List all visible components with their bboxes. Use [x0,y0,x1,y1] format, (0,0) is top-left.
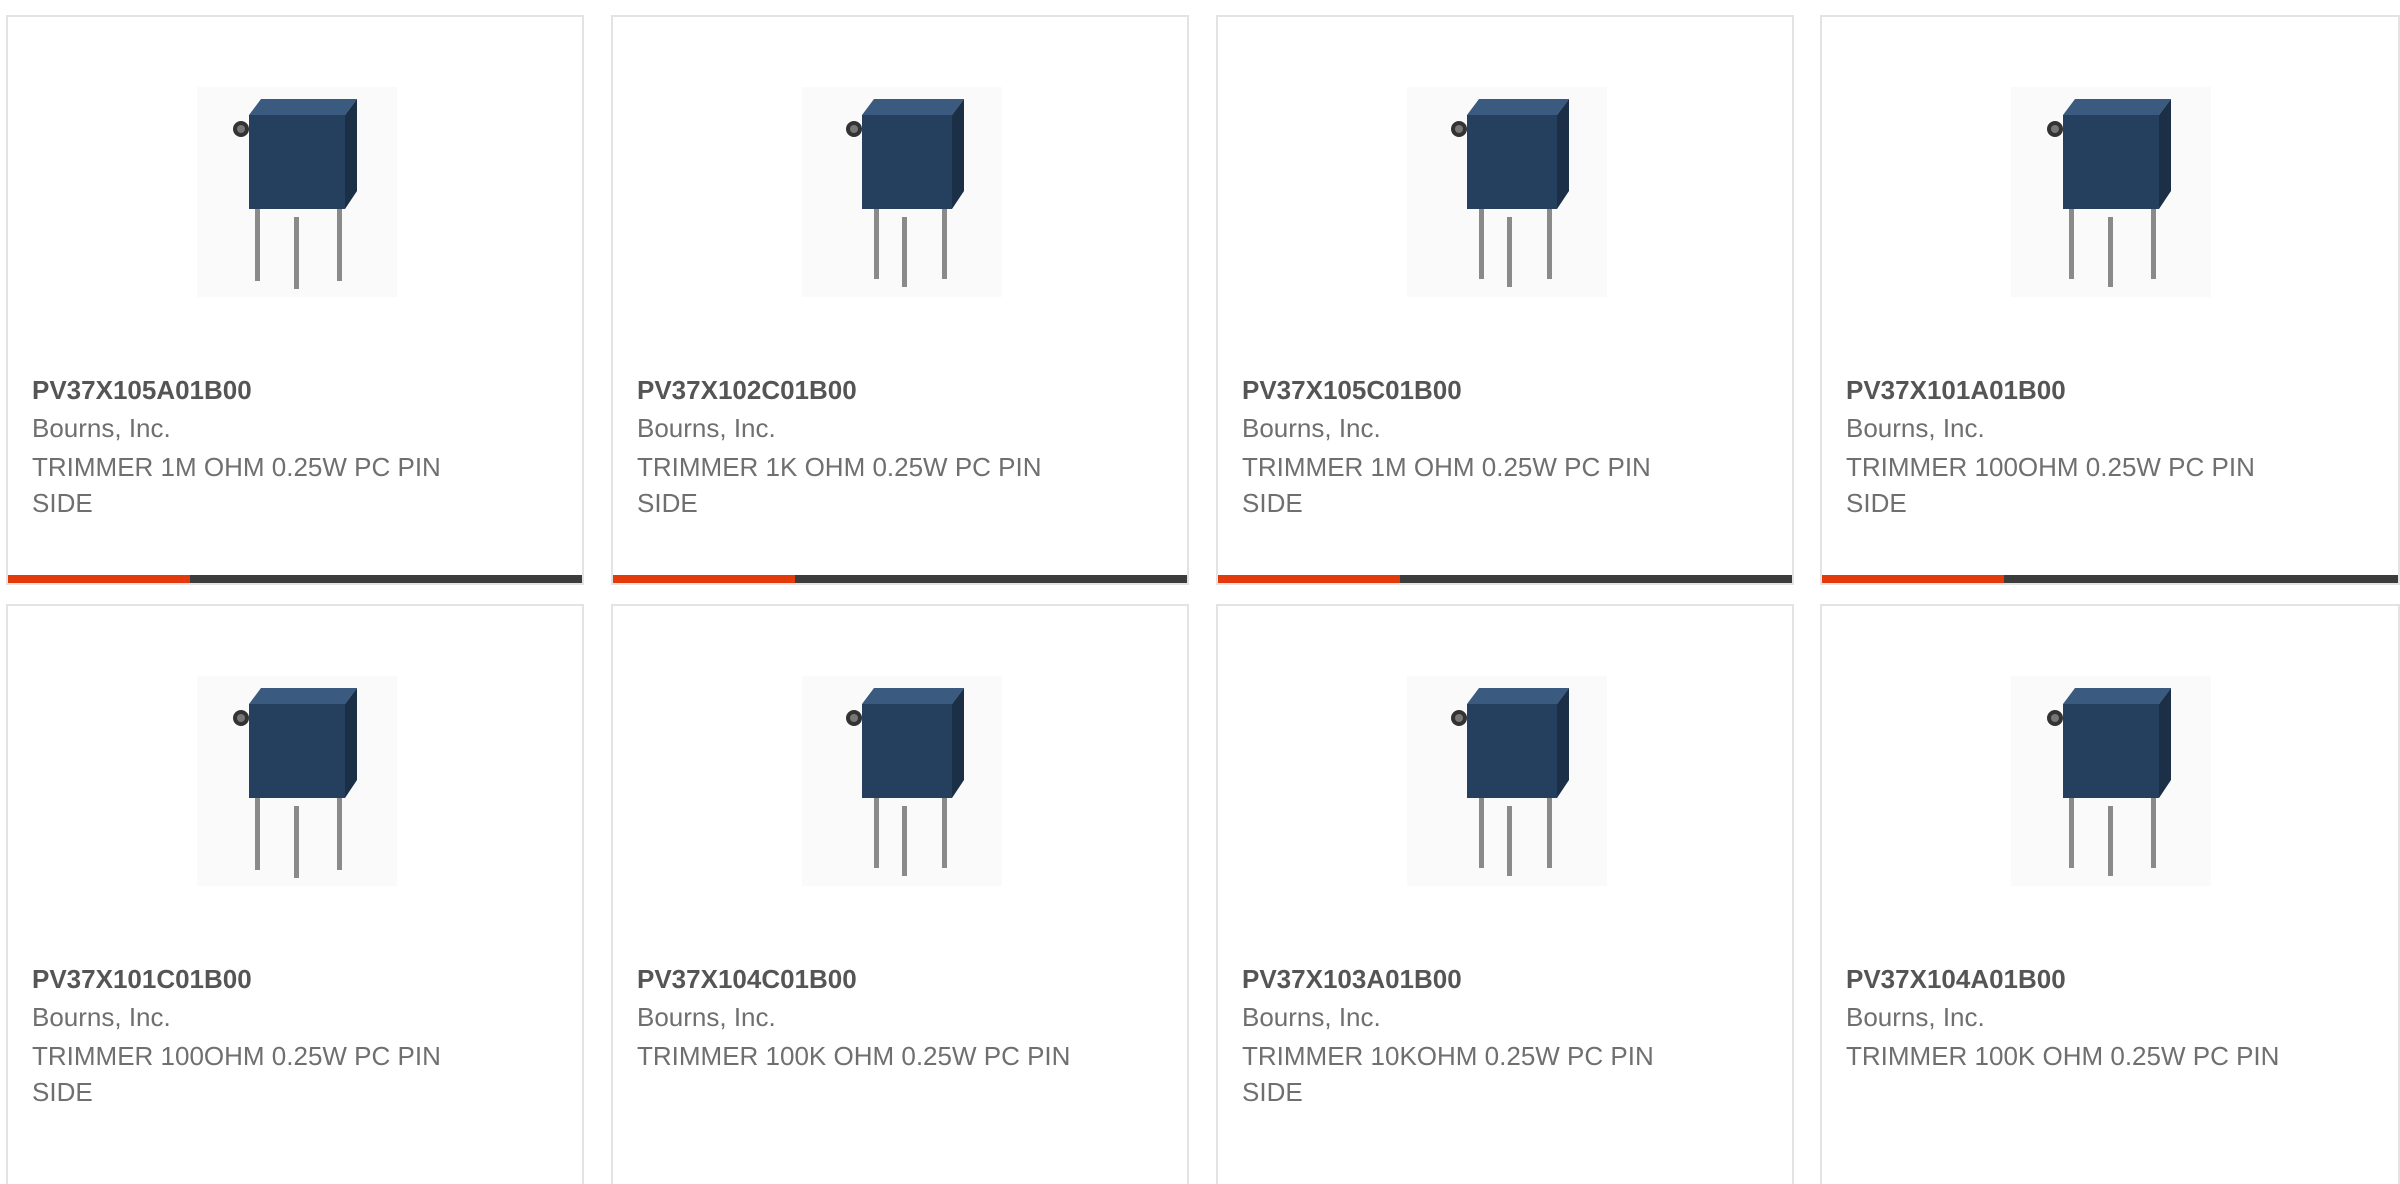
trimmer-potentiometer-icon [1407,87,1607,297]
trimmer-potentiometer-icon [197,676,397,886]
product-image[interactable] [2011,676,2211,886]
product-image[interactable] [197,87,397,297]
product-description: TRIMMER 1M OHM 0.25W PC PIN SIDE [32,452,441,518]
manufacturer-name: Bourns, Inc. [32,413,171,443]
manufacturer-name: Bourns, Inc. [1846,1002,1985,1032]
product-description: TRIMMER 100K OHM 0.25W PC PIN [1846,1041,2280,1071]
card-footer-bar [8,575,582,583]
card-accent-bar [1822,575,2004,583]
trimmer-potentiometer-icon [197,87,397,297]
product-image[interactable] [802,676,1002,886]
card-accent-bar [613,575,795,583]
part-number-link[interactable]: PV37X101C01B00 [32,964,252,995]
manufacturer-name: Bourns, Inc. [1242,413,1381,443]
manufacturer-name: Bourns, Inc. [1846,413,1985,443]
part-number-link[interactable]: PV37X105C01B00 [1242,375,1462,406]
part-number-link[interactable]: PV37X103A01B00 [1242,964,1462,995]
part-number-link[interactable]: PV37X104A01B00 [1846,964,2066,995]
product-description: TRIMMER 10KOHM 0.25W PC PIN SIDE [1242,1041,1654,1107]
card-accent-bar [8,575,190,583]
trimmer-potentiometer-icon [802,87,1002,297]
product-image[interactable] [802,87,1002,297]
part-number-link[interactable]: PV37X105A01B00 [32,375,252,406]
product-card[interactable]: PV37X102C01B00 Bourns, Inc. TRIMMER 1K O… [611,15,1189,585]
product-description: TRIMMER 1K OHM 0.25W PC PIN SIDE [637,452,1042,518]
product-card[interactable]: PV37X104A01B00 Bourns, Inc. TRIMMER 100K… [1820,604,2400,1184]
product-image[interactable] [1407,676,1607,886]
product-card[interactable]: PV37X105C01B00 Bourns, Inc. TRIMMER 1M O… [1216,15,1794,585]
card-footer-bar [1822,575,2398,583]
trimmer-potentiometer-icon [1407,676,1607,886]
product-description: TRIMMER 100OHM 0.25W PC PIN SIDE [32,1041,441,1107]
card-footer-bar [1218,575,1792,583]
manufacturer-name: Bourns, Inc. [637,413,776,443]
part-number-link[interactable]: PV37X101A01B00 [1846,375,2066,406]
product-card[interactable]: PV37X103A01B00 Bourns, Inc. TRIMMER 10KO… [1216,604,1794,1184]
part-number-link[interactable]: PV37X104C01B00 [637,964,857,995]
product-card[interactable]: PV37X101A01B00 Bourns, Inc. TRIMMER 100O… [1820,15,2400,585]
product-description: TRIMMER 100K OHM 0.25W PC PIN [637,1041,1071,1071]
card-accent-bar [1218,575,1400,583]
product-card[interactable]: PV37X104C01B00 Bourns, Inc. TRIMMER 100K… [611,604,1189,1184]
product-card[interactable]: PV37X105A01B00 Bourns, Inc. TRIMMER 1M O… [6,15,584,585]
product-image[interactable] [197,676,397,886]
product-image[interactable] [2011,87,2211,297]
manufacturer-name: Bourns, Inc. [32,1002,171,1032]
product-card[interactable]: PV37X101C01B00 Bourns, Inc. TRIMMER 100O… [6,604,584,1184]
part-number-link[interactable]: PV37X102C01B00 [637,375,857,406]
product-description: TRIMMER 100OHM 0.25W PC PIN SIDE [1846,452,2255,518]
trimmer-potentiometer-icon [2011,676,2211,886]
product-image[interactable] [1407,87,1607,297]
trimmer-potentiometer-icon [2011,87,2211,297]
trimmer-potentiometer-icon [802,676,1002,886]
manufacturer-name: Bourns, Inc. [637,1002,776,1032]
product-description: TRIMMER 1M OHM 0.25W PC PIN SIDE [1242,452,1651,518]
card-footer-bar [613,575,1187,583]
product-grid: PV37X105A01B00 Bourns, Inc. TRIMMER 1M O… [0,0,2400,1184]
manufacturer-name: Bourns, Inc. [1242,1002,1381,1032]
